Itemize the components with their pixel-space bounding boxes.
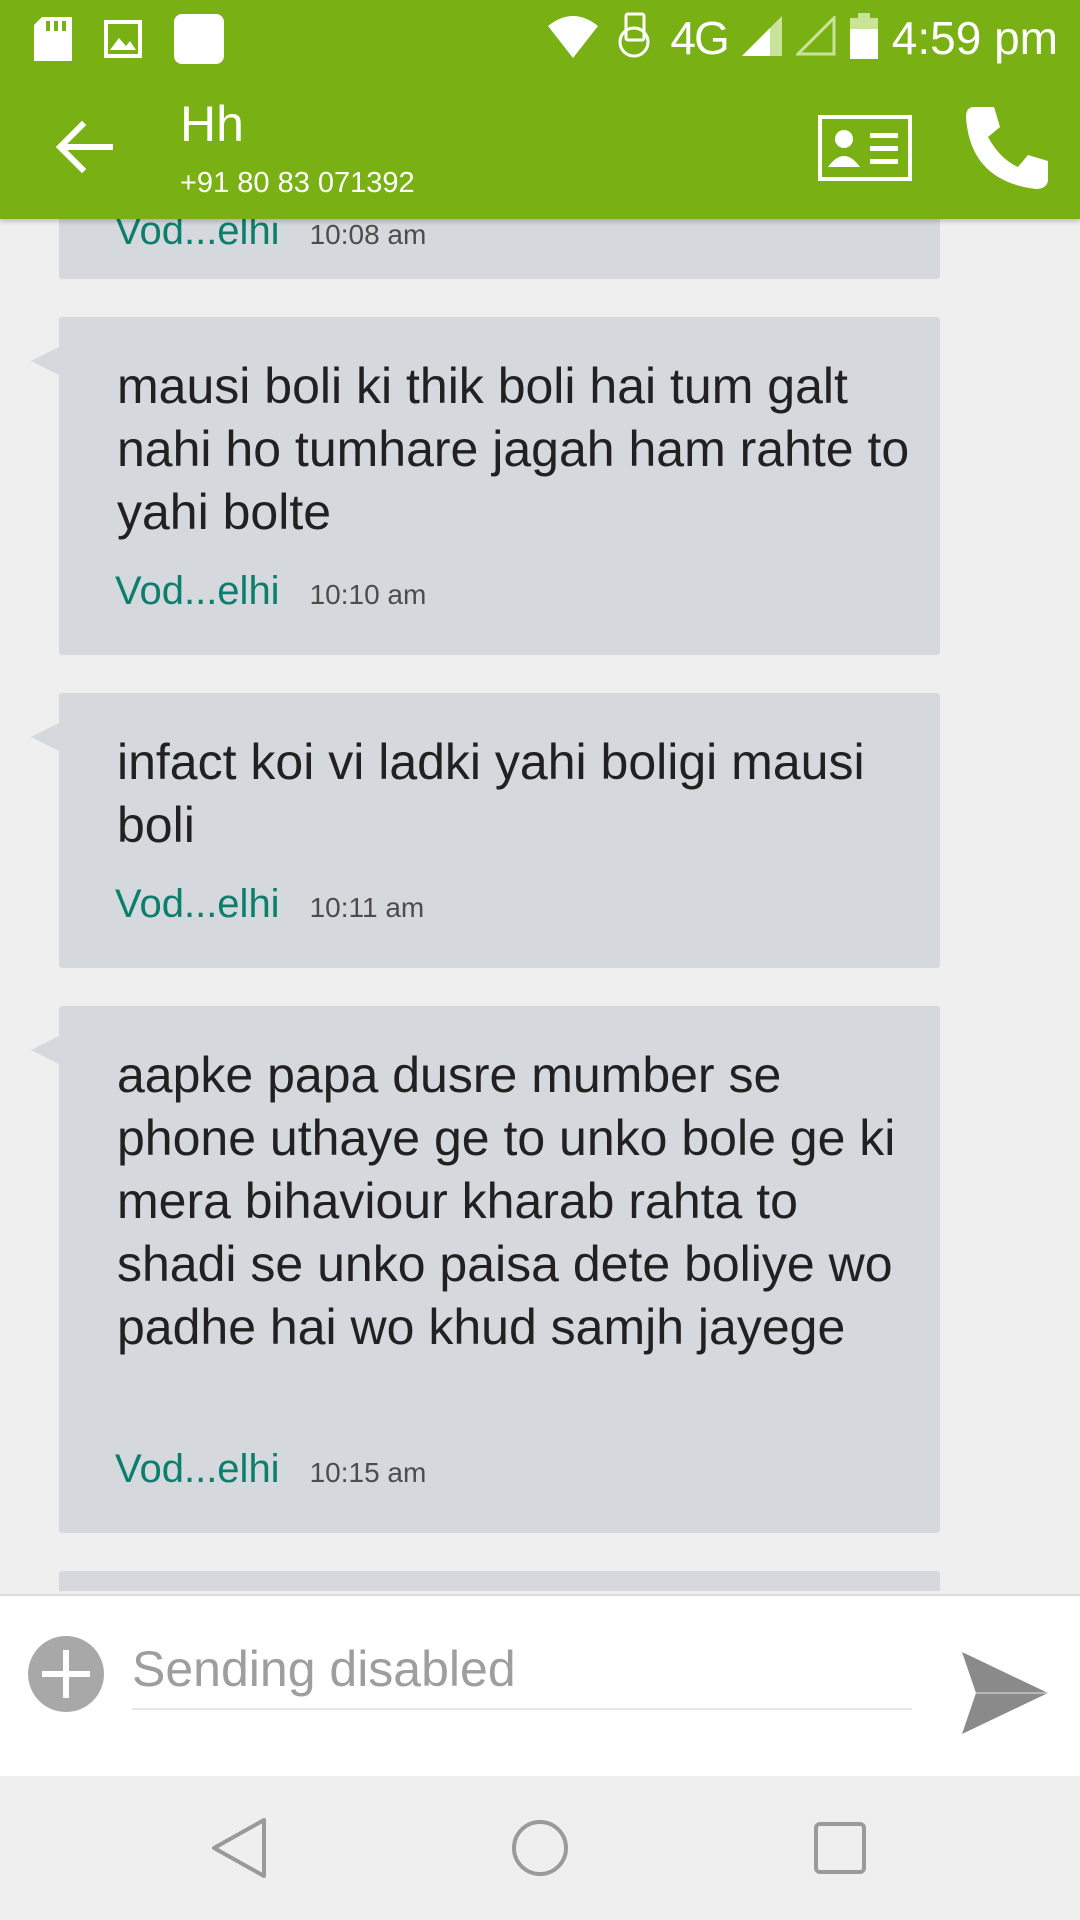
- message-time: 10:10 am: [309, 579, 427, 610]
- message-bubble[interactable]: aapke papa dusre mumber se phone uthaye …: [31, 1006, 940, 1533]
- image-icon: [104, 20, 142, 63]
- message-sender: Vod...elhi: [115, 569, 280, 613]
- message-text: infact koi vi ladki yahi boligi mausi bo…: [117, 734, 865, 853]
- message-bubble[interactable]: mausi boli ki thik boli hai tum galt nah…: [31, 317, 940, 655]
- message-bubble[interactable]: Vod...elhi 10:08 am: [59, 219, 940, 279]
- clock: 4:59 pm: [891, 12, 1058, 64]
- message-bubble[interactable]: [59, 1571, 940, 1591]
- signal-strength-icon: [741, 15, 782, 61]
- signal-empty-icon: [794, 13, 836, 61]
- message-meta: Vod...elhi 10:10 am: [115, 569, 426, 614]
- phone-icon: [966, 107, 1048, 189]
- add-circle-icon: [28, 1636, 104, 1712]
- message-time: 10:11 am: [309, 892, 425, 923]
- message-time: 10:15 am: [309, 1457, 427, 1488]
- message-list[interactable]: Vod...elhi 10:08 am mausi boli ki thik b…: [0, 219, 1080, 1591]
- call-button[interactable]: [960, 101, 1052, 193]
- send-button[interactable]: [958, 1650, 1050, 1736]
- arrow-left-icon: [55, 120, 113, 174]
- message-sender: Vod...elhi: [115, 1447, 280, 1491]
- square-recents-icon: [814, 1822, 866, 1874]
- contact-card-icon: [818, 115, 912, 181]
- triangle-back-icon: [212, 1818, 266, 1878]
- contact-card-button[interactable]: [818, 115, 912, 181]
- status-bar: 4G 4:59 pm: [0, 0, 1080, 75]
- nav-recents-button[interactable]: [808, 1816, 872, 1880]
- message-sender: Vod...elhi: [115, 219, 280, 253]
- message-bubble[interactable]: infact koi vi ladki yahi boligi mausi bo…: [31, 693, 940, 968]
- app-notification-icon: [174, 14, 224, 69]
- message-time: 10:08 am: [309, 219, 427, 250]
- message-input[interactable]: [132, 1630, 912, 1710]
- battery-icon: [849, 12, 878, 64]
- send-icon: [962, 1652, 1048, 1734]
- wifi-icon: [548, 14, 599, 63]
- message-meta: Vod...elhi 10:08 am: [115, 219, 426, 254]
- nav-back-button[interactable]: [208, 1816, 272, 1880]
- network-type: 4G: [670, 12, 729, 64]
- app-bar: Hh +91 80 83 071392: [0, 75, 1080, 219]
- circle-home-icon: [512, 1820, 568, 1876]
- contact-number: +91 80 83 071392: [180, 167, 415, 199]
- compose-bar: [0, 1594, 1080, 1776]
- message-meta: Vod...elhi 10:15 am: [115, 1447, 426, 1492]
- navigation-bar: [0, 1776, 1080, 1920]
- data-sync-icon: [612, 12, 656, 65]
- message-sender: Vod...elhi: [115, 882, 280, 926]
- message-text: mausi boli ki thik boli hai tum galt nah…: [117, 358, 910, 540]
- attach-button[interactable]: [28, 1636, 104, 1712]
- sd-card-icon: [34, 17, 72, 66]
- nav-home-button[interactable]: [508, 1816, 572, 1880]
- message-text: aapke papa dusre mumber se phone uthaye …: [117, 1047, 896, 1355]
- message-meta: Vod...elhi 10:11 am: [115, 882, 424, 927]
- contact-name: Hh: [180, 96, 244, 152]
- back-button[interactable]: [52, 115, 116, 179]
